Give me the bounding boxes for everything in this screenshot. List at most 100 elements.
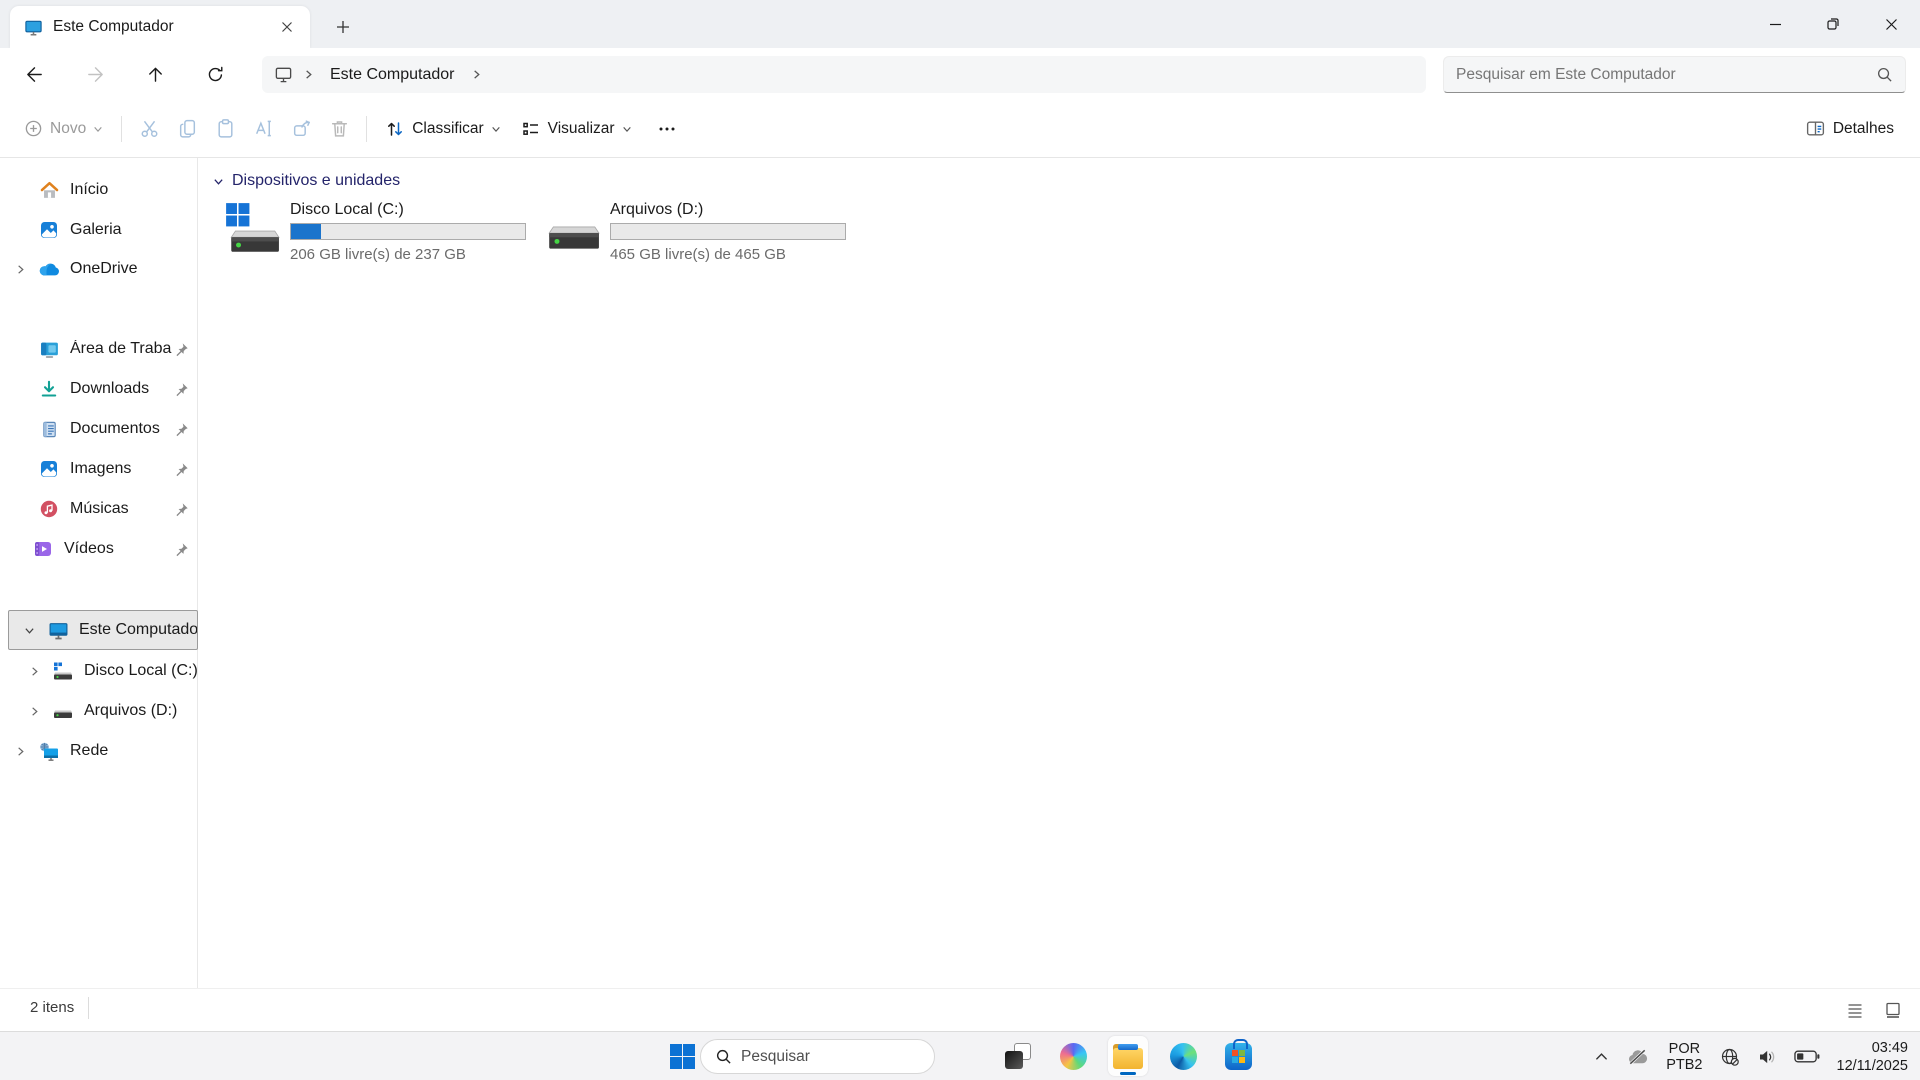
drive-d-tile[interactable]: Arquivos (D:) 465 GB livre(s) de 465 GB	[543, 200, 843, 270]
battery-icon[interactable]	[1789, 1037, 1825, 1077]
copilot-button[interactable]	[1053, 1036, 1093, 1076]
address-bar[interactable]: Este Computador	[262, 56, 1426, 93]
view-icon	[521, 119, 541, 139]
sidebar-item-label: Disco Local (C:)	[84, 662, 198, 680]
sidebar-item-documentos[interactable]: Documentos	[0, 409, 198, 449]
status-bar: 2 itens	[0, 988, 1920, 1031]
details-pane-label: Detalhes	[1833, 120, 1894, 138]
chevron-down-icon[interactable]	[213, 176, 224, 187]
edge-icon	[1170, 1043, 1197, 1070]
sidebar-item-inicio[interactable]: Início	[0, 170, 198, 210]
file-explorer-icon	[1113, 1044, 1143, 1069]
new-tab-button[interactable]	[328, 12, 358, 42]
taskbar-search[interactable]	[700, 1039, 935, 1074]
rename-button[interactable]	[244, 110, 282, 148]
sidebar-item-imagens[interactable]: Imagens	[0, 449, 198, 489]
sidebar-item-downloads[interactable]: Downloads	[0, 369, 198, 409]
delete-button[interactable]	[320, 110, 358, 148]
sidebar-item-area-de-trabalho[interactable]: Área de Trabalho	[0, 329, 198, 369]
drive-c-tile[interactable]: Disco Local (C:) 206 GB livre(s) de 237 …	[223, 200, 523, 270]
sidebar-item-onedrive[interactable]: OneDrive	[0, 249, 198, 289]
language-indicator[interactable]: PORPTB2	[1661, 1037, 1707, 1077]
chevron-right-icon[interactable]	[303, 69, 314, 80]
paste-button[interactable]	[206, 110, 244, 148]
chevron-right-icon[interactable]	[471, 69, 482, 80]
sidebar-item-label: Downloads	[70, 380, 172, 398]
file-list-area[interactable]: Dispositivos e unidades Disco Local (C:)…	[199, 158, 1920, 988]
sidebar-item-label: Rede	[70, 742, 198, 760]
sidebar-item-label: Galeria	[70, 221, 198, 239]
gallery-icon	[38, 219, 60, 241]
sidebar-item-arquivos-d[interactable]: Arquivos (D:)	[0, 691, 198, 731]
taskbar-search-input[interactable]	[741, 1048, 941, 1066]
devices-group-header[interactable]: Dispositivos e unidades	[213, 172, 400, 190]
restore-button[interactable]	[1804, 0, 1862, 48]
chevron-down-icon	[622, 124, 632, 134]
volume-icon[interactable]	[1752, 1037, 1782, 1077]
cut-button[interactable]	[130, 110, 168, 148]
chevron-right-icon[interactable]	[22, 666, 46, 677]
up-button[interactable]	[138, 57, 172, 91]
forward-button[interactable]	[78, 57, 112, 91]
explorer-search-input[interactable]	[1456, 66, 1876, 84]
edge-button[interactable]	[1163, 1036, 1203, 1076]
sort-button[interactable]: Classificar	[375, 111, 510, 147]
details-view-toggle[interactable]	[1842, 997, 1868, 1023]
drive-name: Disco Local (C:)	[290, 200, 526, 220]
devices-group-label: Dispositivos e unidades	[232, 172, 400, 190]
breadcrumb-root[interactable]: Este Computador	[324, 66, 461, 84]
windows-logo-icon	[670, 1044, 695, 1069]
start-button[interactable]	[662, 1036, 702, 1076]
large-icons-view-toggle[interactable]	[1880, 997, 1906, 1023]
sidebar-item-este-computador[interactable]: Este Computador	[8, 610, 198, 650]
drive-free-space: 206 GB livre(s) de 237 GB	[290, 246, 526, 263]
network-icon	[38, 740, 60, 762]
sidebar-item-rede[interactable]: Rede	[0, 731, 198, 771]
sidebar-item-label: OneDrive	[70, 260, 198, 278]
refresh-button[interactable]	[198, 57, 232, 91]
home-icon	[38, 179, 60, 201]
title-bar: Este Computador	[0, 0, 1920, 48]
pin-icon	[172, 462, 190, 477]
tab-close-icon[interactable]	[274, 14, 300, 40]
sidebar-item-label: Documentos	[70, 420, 172, 438]
drive-icon	[543, 200, 601, 270]
search-icon[interactable]	[1876, 66, 1893, 83]
file-explorer-button[interactable]	[1108, 1036, 1148, 1076]
back-button[interactable]	[17, 57, 51, 91]
chevron-down-icon[interactable]	[17, 625, 41, 636]
view-button-label: Visualizar	[548, 120, 615, 138]
details-pane-button[interactable]: Detalhes	[1795, 110, 1904, 147]
hidden-icons-chevron[interactable]	[1589, 1037, 1614, 1077]
item-count: 2 itens	[30, 999, 74, 1016]
chevron-right-icon[interactable]	[8, 746, 32, 757]
task-view-button[interactable]	[998, 1036, 1038, 1076]
view-button[interactable]: Visualizar	[511, 111, 642, 147]
close-button[interactable]	[1862, 0, 1920, 48]
chevron-right-icon[interactable]	[8, 264, 32, 275]
sidebar-item-galeria[interactable]: Galeria	[0, 210, 198, 250]
capacity-fill	[291, 224, 321, 239]
explorer-tab[interactable]: Este Computador	[10, 6, 310, 48]
date: 12/11/2025	[1837, 1057, 1909, 1075]
chevron-right-icon[interactable]	[22, 706, 46, 717]
system-tray: PORPTB2 03:4912/11/2025	[1589, 1032, 1912, 1080]
more-options-button[interactable]	[648, 110, 686, 148]
explorer-search[interactable]	[1443, 56, 1906, 93]
store-button[interactable]	[1218, 1036, 1258, 1076]
drive-name: Arquivos (D:)	[610, 200, 846, 220]
sidebar-item-disco-local-c[interactable]: Disco Local (C:)	[0, 651, 198, 691]
share-button[interactable]	[282, 110, 320, 148]
minimize-button[interactable]	[1746, 0, 1804, 48]
onedrive-offline-icon[interactable]	[1621, 1037, 1654, 1077]
sidebar-item-videos[interactable]: Vídeos	[0, 529, 198, 569]
music-icon	[38, 498, 60, 520]
sidebar-item-musicas[interactable]: Músicas	[0, 489, 198, 529]
drive-icon	[52, 700, 74, 722]
chevron-down-icon	[491, 124, 501, 134]
videos-icon	[32, 538, 54, 560]
no-internet-icon[interactable]	[1715, 1037, 1745, 1077]
clock[interactable]: 03:4912/11/2025	[1832, 1037, 1913, 1077]
new-button[interactable]: Novo	[14, 111, 113, 146]
copy-button[interactable]	[168, 110, 206, 148]
